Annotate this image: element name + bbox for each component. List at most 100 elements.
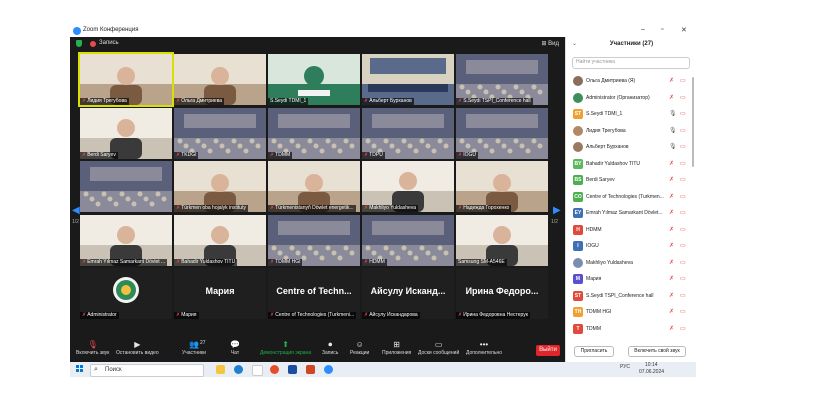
word-icon[interactable] bbox=[288, 365, 297, 374]
zoom-taskbar-icon[interactable] bbox=[324, 365, 333, 374]
video-tile[interactable]: ✗IOGU bbox=[456, 107, 548, 159]
camera-icon[interactable]: ▭ bbox=[680, 259, 686, 266]
toolbar-chat-button[interactable]: 💬 Чат bbox=[230, 340, 240, 356]
mic-muted-icon[interactable]: ✗ bbox=[669, 176, 674, 183]
mic-on-icon[interactable]: 🎙 bbox=[669, 143, 677, 150]
yandex-icon[interactable] bbox=[252, 365, 263, 376]
camera-icon[interactable]: ▭ bbox=[680, 325, 686, 332]
security-shield-icon[interactable] bbox=[76, 40, 82, 47]
video-tile[interactable]: Centre of Techn... ✗Centre of Technologie… bbox=[268, 268, 360, 319]
video-tile[interactable]: ✗TDPU bbox=[362, 107, 454, 159]
video-tile[interactable]: ✗Administrator bbox=[80, 268, 172, 319]
toolbar-record-button[interactable]: ⏺ Запись bbox=[322, 340, 338, 356]
participant-row[interactable]: T TDMM ✗ ▭ bbox=[566, 322, 696, 337]
video-tile[interactable]: ✗Надежда Горохенко bbox=[456, 161, 548, 212]
toolbar-apps-button[interactable]: ⊞ Приложения bbox=[382, 340, 411, 356]
mic-muted-icon[interactable]: ✗ bbox=[669, 77, 674, 84]
video-tile[interactable]: ✗Лидия Трегубова bbox=[78, 52, 174, 107]
participant-row[interactable]: BY Bahadir Yuldashov TITU ✗ ▭ bbox=[566, 157, 696, 172]
mic-on-icon[interactable]: 🎙 bbox=[669, 110, 677, 117]
toolbar-share-screen-button[interactable]: ⬆ Демонстрация экрана bbox=[260, 340, 311, 356]
language-indicator[interactable]: РУС bbox=[620, 364, 630, 370]
participant-search-input[interactable]: Найти участника bbox=[572, 57, 690, 69]
participant-row[interactable]: Administrator (Организатор) ✗ ▭ bbox=[566, 91, 696, 106]
video-tile[interactable]: ✗Berdi Saryev bbox=[80, 107, 172, 159]
video-tile[interactable]: Ирина Федоро... ✗Ирина Федоровна Нестерук bbox=[456, 268, 548, 319]
video-tile[interactable] bbox=[80, 161, 172, 212]
mic-muted-icon[interactable]: ✗ bbox=[669, 94, 674, 101]
video-tile[interactable]: ✗Emrah Yılmaz Samarkant Dövlet ... bbox=[80, 214, 172, 266]
mic-muted-icon[interactable]: ✗ bbox=[669, 308, 674, 315]
camera-icon[interactable]: ▭ bbox=[680, 275, 686, 282]
toolbar-whiteboard-button[interactable]: ▭ Доски сообщений bbox=[418, 340, 459, 356]
video-tile[interactable]: ✗TKDGI bbox=[174, 107, 266, 159]
video-tile[interactable]: ✗TDMM bbox=[268, 107, 360, 159]
collapse-chevron-icon[interactable]: ⌄ bbox=[572, 37, 577, 51]
participant-row[interactable]: ST S.Seydi TSPI_Conference hall ✗ ▭ bbox=[566, 289, 696, 304]
toolbar-more-button[interactable]: ••• Дополнительно bbox=[466, 340, 502, 356]
camera-icon[interactable]: ▭ bbox=[680, 242, 686, 249]
video-tile[interactable]: Мария ✗Мария bbox=[174, 268, 266, 319]
clock-time[interactable]: 10:14 bbox=[645, 362, 658, 368]
video-tile[interactable]: ✗Ольга Дмитриева bbox=[174, 54, 266, 105]
start-windows-icon[interactable] bbox=[76, 365, 84, 373]
minimize-button[interactable]: – bbox=[641, 26, 645, 33]
mic-muted-icon[interactable]: ✗ bbox=[669, 325, 674, 332]
video-tile[interactable]: ✗Türkmenistanyň Döwlet energetik... bbox=[268, 161, 360, 212]
camera-icon[interactable]: ▭ bbox=[680, 143, 686, 150]
video-tile[interactable]: S.Seydi TDMI_1 bbox=[268, 54, 360, 105]
mic-muted-icon[interactable]: ✗ bbox=[669, 259, 674, 266]
chrome-icon[interactable] bbox=[270, 365, 279, 374]
prev-page-icon[interactable]: ◀ bbox=[72, 205, 80, 216]
video-tile[interactable]: ✗Bahadir Yuldashov TITU bbox=[174, 214, 266, 266]
participant-row[interactable]: EY Emrah Yılmaz Samarkant Dövlet... ✗ ▭ bbox=[566, 206, 696, 221]
participant-row[interactable]: M Мария ✗ ▭ bbox=[566, 272, 696, 287]
toolbar-mic-button[interactable]: 🎙 Включить звук bbox=[76, 340, 109, 356]
participant-row[interactable]: ST S.Seydi TDMI_1 🎙 ▭ bbox=[566, 107, 696, 122]
clock-date[interactable]: 07.06.2024 bbox=[639, 369, 664, 375]
camera-icon[interactable]: ▭ bbox=[680, 110, 686, 117]
edge-icon[interactable] bbox=[234, 365, 243, 374]
powerpoint-icon[interactable] bbox=[306, 365, 315, 374]
mic-muted-icon[interactable]: ✗ bbox=[669, 275, 674, 282]
taskbar-search-input[interactable]: ⌕ Поиск bbox=[90, 364, 204, 377]
video-tile[interactable]: Айсулу Исканд... ✗Айсулу Искандарова bbox=[362, 268, 454, 319]
close-button[interactable]: ✕ bbox=[681, 26, 687, 34]
toolbar-reactions-button[interactable]: ☺ Реакции bbox=[350, 340, 369, 356]
maximize-button[interactable]: ▫ bbox=[661, 26, 663, 33]
participant-row[interactable]: CO Centre of Technologies (Turkmen... ✗ ▭ bbox=[566, 190, 696, 205]
mic-on-icon[interactable]: 🎙 bbox=[669, 127, 677, 134]
video-tile[interactable]: ✗Makhliyo Yuldasheva bbox=[362, 161, 454, 212]
video-tile[interactable]: Samsung SM-A546E bbox=[456, 214, 548, 266]
view-button[interactable]: ⊞ Вид bbox=[541, 40, 559, 47]
participant-list-scrollbar[interactable] bbox=[692, 77, 694, 167]
participant-row[interactable]: TH TDMM HGI ✗ ▭ bbox=[566, 305, 696, 320]
next-page-icon[interactable]: ▶ bbox=[553, 205, 561, 216]
participant-row[interactable]: Ольга Дмитриева (Я) ✗ ▭ bbox=[566, 74, 696, 89]
mic-muted-icon[interactable]: ✗ bbox=[669, 292, 674, 299]
mic-muted-icon[interactable]: ✗ bbox=[669, 193, 674, 200]
unmute-self-button[interactable]: Включить свой звук bbox=[628, 346, 686, 357]
camera-icon[interactable]: ▭ bbox=[680, 308, 686, 315]
camera-icon[interactable]: ▭ bbox=[680, 176, 686, 183]
video-tile[interactable]: ✗TDMM HGI bbox=[268, 214, 360, 266]
mic-muted-icon[interactable]: ✗ bbox=[669, 160, 674, 167]
camera-icon[interactable]: ▭ bbox=[680, 209, 686, 216]
participant-row[interactable]: Альберт Бурханов 🎙 ▭ bbox=[566, 140, 696, 155]
mic-muted-icon[interactable]: ✗ bbox=[669, 242, 674, 249]
participant-row[interactable]: I IOGU ✗ ▭ bbox=[566, 239, 696, 254]
video-tile[interactable]: ✗HDMM bbox=[362, 214, 454, 266]
participant-row[interactable]: Лидия Трегубова 🎙 ▭ bbox=[566, 124, 696, 139]
participant-row[interactable]: H HDMM ✗ ▭ bbox=[566, 223, 696, 238]
mic-muted-icon[interactable]: ✗ bbox=[669, 209, 674, 216]
file-explorer-icon[interactable] bbox=[216, 365, 225, 374]
camera-icon[interactable]: ▭ bbox=[680, 127, 686, 134]
video-tile[interactable]: ✗S.Seydi TSPI_Conference hall bbox=[456, 54, 548, 105]
toolbar-participants-button[interactable]: 👥 27 Участники bbox=[182, 340, 206, 356]
participant-row[interactable]: BS Berdi Saryev ✗ ▭ bbox=[566, 173, 696, 188]
camera-icon[interactable]: ▭ bbox=[680, 160, 686, 167]
toolbar-video-button[interactable]: ▶ Остановить видео bbox=[116, 340, 159, 356]
camera-icon[interactable]: ▭ bbox=[680, 193, 686, 200]
camera-icon[interactable]: ▭ bbox=[680, 77, 686, 84]
camera-icon[interactable]: ▭ bbox=[680, 226, 686, 233]
